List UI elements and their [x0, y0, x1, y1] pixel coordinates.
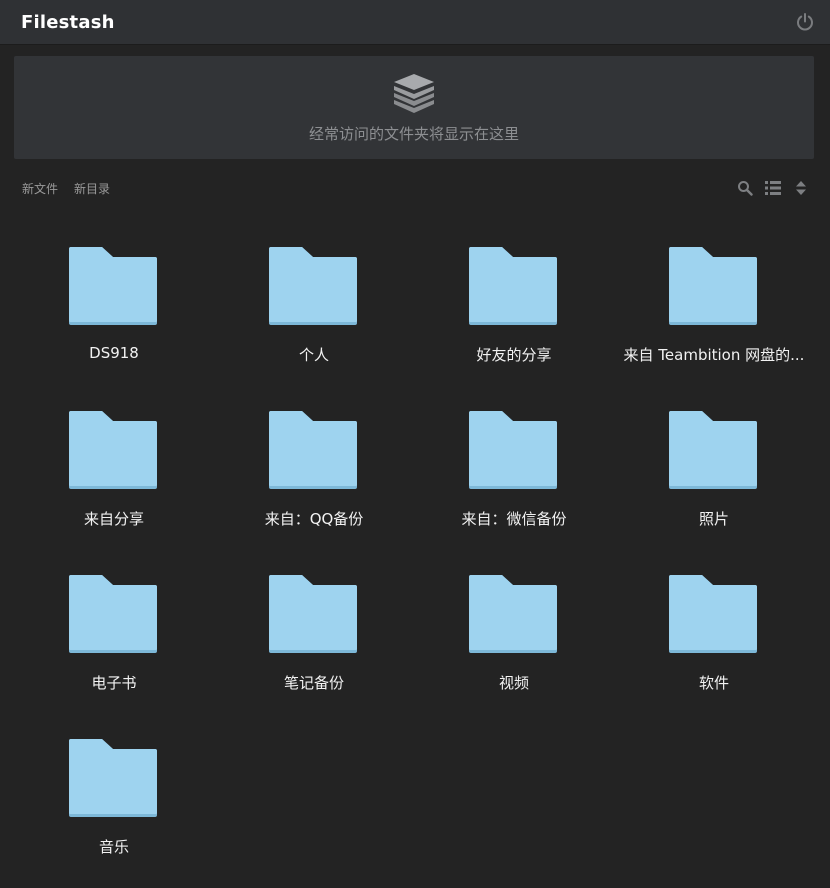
- toolbar: 新文件 新目录: [0, 176, 830, 200]
- sort-icon[interactable]: [793, 180, 809, 196]
- folder-item[interactable]: 来自分享: [14, 396, 214, 560]
- folder-item[interactable]: 音乐: [14, 724, 214, 888]
- folder-icon: [669, 575, 759, 655]
- folder-item[interactable]: 视频: [414, 560, 614, 724]
- folder-icon: [69, 411, 159, 491]
- folder-name: DS918: [89, 344, 139, 362]
- folder-name: 视频: [498, 674, 529, 692]
- folder-icon: [669, 411, 759, 491]
- folder-name: 软件: [698, 674, 729, 692]
- new-file-button[interactable]: 新文件: [22, 180, 58, 197]
- folder-name: 来自分享: [83, 510, 144, 528]
- folder-item[interactable]: 笔记备份: [214, 560, 414, 724]
- folder-icon: [269, 411, 359, 491]
- frequent-folders-panel: 经常访问的文件夹将显示在这里: [14, 56, 814, 159]
- folder-icon: [469, 575, 559, 655]
- folder-icon: [69, 739, 159, 819]
- folder-item[interactable]: 电子书: [14, 560, 214, 724]
- folder-icon: [669, 247, 759, 327]
- folder-name: 来自：微信备份: [461, 510, 567, 528]
- search-icon[interactable]: [737, 180, 753, 196]
- folder-item[interactable]: 个人: [214, 232, 414, 396]
- layers-icon: [391, 71, 437, 117]
- folder-icon: [69, 247, 159, 327]
- folder-name: 来自 Teambition 网盘的...: [623, 346, 805, 364]
- folder-name: 笔记备份: [283, 674, 344, 692]
- folder-name: 音乐: [98, 838, 129, 856]
- power-icon[interactable]: [794, 11, 816, 33]
- folder-item[interactable]: 来自 Teambition 网盘的...: [614, 232, 814, 396]
- top-bar: Filestash: [0, 0, 830, 45]
- folder-item[interactable]: 来自：微信备份: [414, 396, 614, 560]
- folder-grid: DS918 个人 好友的分享 来自 Teambition 网盘的... 来自分享 来自：Q…: [14, 232, 814, 888]
- folder-name: 电子书: [91, 674, 137, 692]
- folder-icon: [269, 575, 359, 655]
- folder-icon: [69, 575, 159, 655]
- folder-name: 照片: [698, 510, 729, 528]
- new-directory-button[interactable]: 新目录: [74, 180, 110, 197]
- folder-icon: [469, 247, 559, 327]
- folder-item[interactable]: 好友的分享: [414, 232, 614, 396]
- folder-name: 好友的分享: [476, 346, 552, 364]
- frequent-folders-message: 经常访问的文件夹将显示在这里: [308, 125, 519, 143]
- app-title[interactable]: Filestash: [21, 12, 115, 33]
- folder-item[interactable]: 照片: [614, 396, 814, 560]
- folder-item[interactable]: 软件: [614, 560, 814, 724]
- folder-name: 个人: [298, 346, 329, 364]
- folder-icon: [269, 247, 359, 327]
- folder-item[interactable]: 来自：QQ备份: [214, 396, 414, 560]
- folder-item[interactable]: DS918: [14, 232, 214, 396]
- folder-name: 来自：QQ备份: [264, 510, 364, 528]
- list-view-icon[interactable]: [765, 180, 781, 196]
- folder-icon: [469, 411, 559, 491]
